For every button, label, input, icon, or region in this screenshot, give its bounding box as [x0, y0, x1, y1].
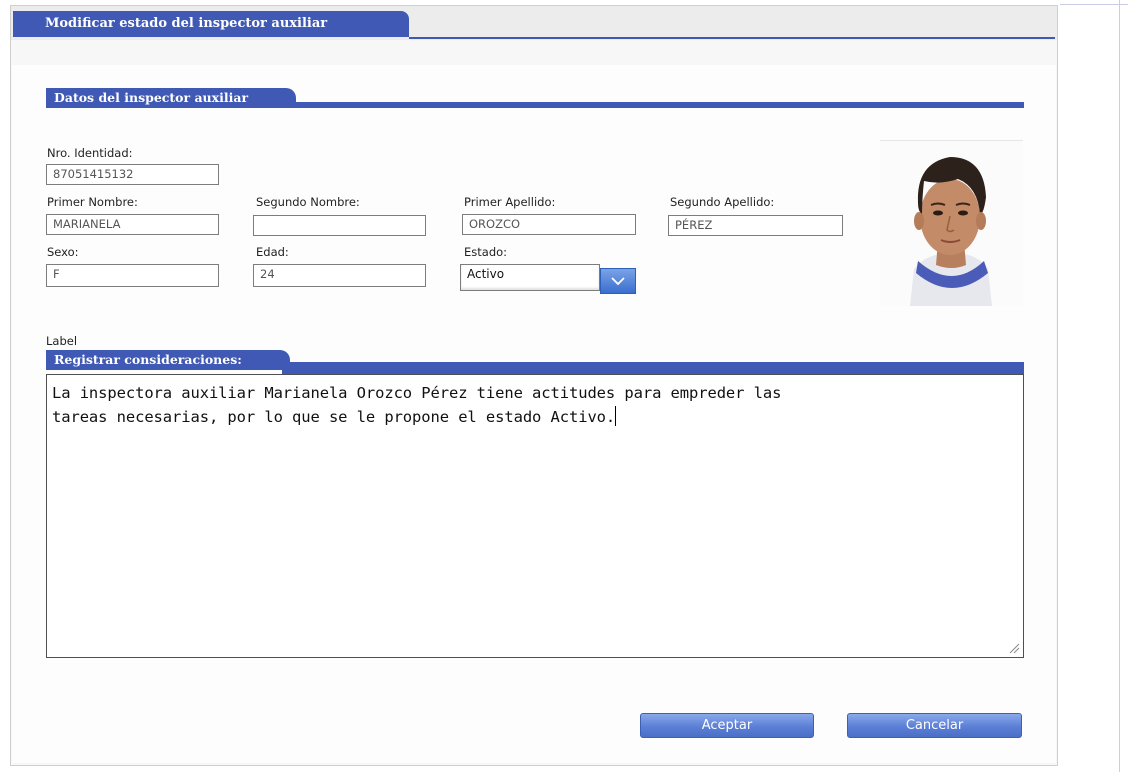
primer-apellido-label: Primer Apellido:	[464, 195, 556, 209]
edad-label: Edad:	[256, 245, 289, 259]
window-right-edge	[1119, 0, 1120, 772]
accept-button[interactable]: Aceptar	[640, 713, 814, 738]
chevron-down-icon	[611, 277, 625, 286]
dialog-header-line	[409, 37, 1055, 39]
consideraciones-textarea[interactable]: La inspectora auxiliar Marianela Orozco …	[46, 374, 1024, 658]
segundo-apellido-field[interactable]: PÉREZ	[668, 215, 843, 236]
estado-dropdown-button[interactable]	[600, 268, 636, 294]
sexo-field[interactable]: F	[46, 264, 219, 287]
segundo-apellido-label: Segundo Apellido:	[670, 195, 775, 209]
dialog-header: Modificar estado del inspector auxiliar	[11, 6, 1057, 40]
primer-nombre-field[interactable]: MARIANELA	[46, 214, 219, 235]
inspector-photo	[880, 140, 1023, 306]
consideraciones-text: La inspectora auxiliar Marianela Orozco …	[52, 384, 782, 426]
segundo-nombre-label: Segundo Nombre:	[256, 195, 360, 209]
identidad-label: Nro. Identidad:	[47, 146, 133, 160]
cancel-button[interactable]: Cancelar	[847, 713, 1022, 738]
segundo-nombre-field[interactable]	[253, 215, 426, 236]
dialog-title: Modificar estado del inspector auxiliar	[13, 11, 409, 37]
estado-label: Estado:	[464, 245, 508, 259]
section-datos-title: Datos del inspector auxiliar	[46, 88, 296, 108]
estado-select[interactable]: Activo	[460, 264, 600, 291]
sexo-label: Sexo:	[47, 245, 79, 259]
section-consideraciones-title: Registrar consideraciones:	[46, 350, 290, 370]
resize-grip-icon[interactable]	[1008, 642, 1020, 654]
section-datos-bar	[286, 102, 1024, 108]
section-consideraciones-bar	[282, 362, 1024, 374]
edad-field[interactable]: 24	[253, 264, 426, 287]
generic-label: Label	[46, 334, 78, 348]
window-top-edge	[1060, 4, 1128, 5]
identidad-field[interactable]: 87051415132	[46, 164, 219, 185]
person-photo	[880, 141, 1023, 306]
primer-nombre-label: Primer Nombre:	[47, 195, 138, 209]
text-caret	[615, 406, 617, 426]
primer-apellido-field[interactable]: OROZCO	[462, 214, 636, 235]
